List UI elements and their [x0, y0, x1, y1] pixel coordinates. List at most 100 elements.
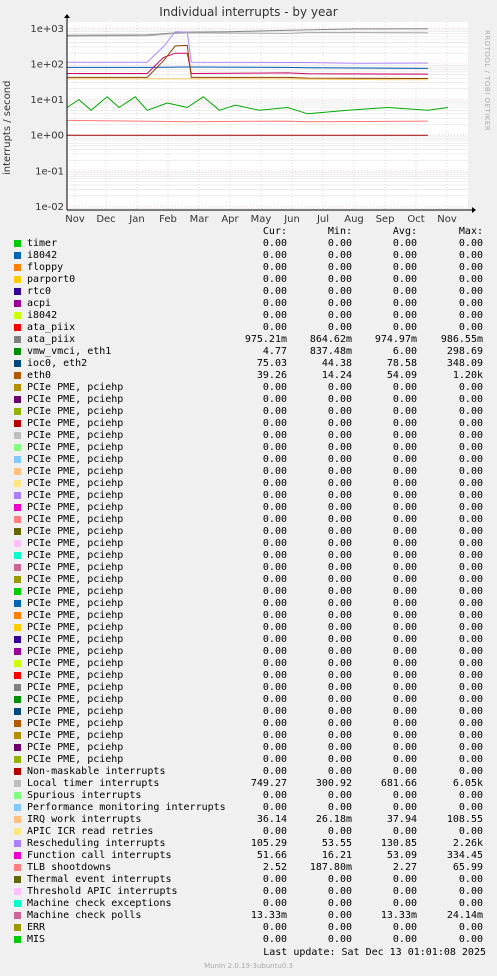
y-tick-label: 1e+03: [30, 24, 64, 35]
legend-swatch: [14, 792, 21, 799]
legend-value-min: 0.00: [327, 670, 352, 681]
legend-value-min: 0.00: [327, 250, 352, 261]
legend-value-min: 0.00: [327, 586, 352, 597]
legend-swatch: [14, 660, 21, 667]
legend-value-min: 0.00: [327, 910, 352, 921]
legend-row: PCIe PME, pciehp 0.00 0.00 0.00 0.00: [0, 598, 497, 610]
x-tick-label: Feb: [159, 214, 177, 225]
legend-row: PCIe PME, pciehp 0.00 0.00 0.00 0.00: [0, 694, 497, 706]
legend-value-min: 14.24: [321, 370, 352, 381]
legend-row: PCIe PME, pciehp 0.00 0.00 0.00 0.00: [0, 634, 497, 646]
legend-value-avg: 0.00: [392, 682, 417, 693]
legend-label: Non-maskable interrupts: [27, 766, 166, 777]
x-tick-label: Jun: [283, 214, 300, 225]
legend-value-cur: 0.00: [262, 598, 287, 609]
legend-value-avg: 0.00: [392, 298, 417, 309]
legend-label: MIS: [27, 934, 46, 945]
legend-value-max: 0.00: [458, 622, 483, 633]
legend-value-max: 0.00: [458, 562, 483, 573]
legend-swatch: [14, 396, 21, 403]
legend-swatch: [14, 684, 21, 691]
legend-swatch: [14, 420, 21, 427]
legend-swatch: [14, 852, 21, 859]
legend-value-max: 6.05k: [452, 778, 483, 789]
legend-value-max: 0.00: [458, 742, 483, 753]
legend-value-min: 0.00: [327, 598, 352, 609]
legend-value-cur: 36.14: [256, 814, 287, 825]
legend-value-avg: 0.00: [392, 598, 417, 609]
legend-value-avg: 0.00: [392, 238, 417, 249]
legend-value-avg: 0.00: [392, 934, 417, 945]
legend-value-avg: 0.00: [392, 718, 417, 729]
legend-label: rtc0: [27, 286, 52, 297]
legend-value-cur: 0.00: [262, 802, 287, 813]
legend-value-max: 0.00: [458, 874, 483, 885]
legend-value-cur: 0.00: [262, 922, 287, 933]
munin-version: Munin 2.0.19-3ubuntu0.3: [204, 962, 293, 970]
legend-value-avg: 0.00: [392, 742, 417, 753]
legend-label: Thermal event interrupts: [27, 874, 172, 885]
legend-row: PCIe PME, pciehp 0.00 0.00 0.00 0.00: [0, 562, 497, 574]
legend-value-min: 53.55: [321, 838, 352, 849]
legend-value-cur: 0.00: [262, 718, 287, 729]
legend-label: i8042: [27, 250, 58, 261]
legend-value-cur: 0.00: [262, 898, 287, 909]
legend-row: vmw_vmci, eth1 4.77 837.48m 6.00 298.69: [0, 346, 497, 358]
legend-swatch: [14, 492, 21, 499]
legend-label: PCIe PME, pciehp: [27, 742, 124, 753]
legend-value-max: 0.00: [458, 310, 483, 321]
legend-value-min: 0.00: [327, 406, 352, 417]
legend-value-avg: 6.00: [392, 346, 417, 357]
legend-row: PCIe PME, pciehp 0.00 0.00 0.00 0.00: [0, 406, 497, 418]
legend-value-min: 0.00: [327, 562, 352, 573]
legend-label: PCIe PME, pciehp: [27, 394, 124, 405]
legend-label: parport0: [27, 274, 76, 285]
legend-label: ioc0, eth2: [27, 358, 88, 369]
legend-row: PCIe PME, pciehp 0.00 0.00 0.00 0.00: [0, 514, 497, 526]
legend-value-avg: 0.00: [392, 646, 417, 657]
legend-value-min: 0.00: [327, 886, 352, 897]
legend-row: Function call interrupts 51.66 16.21 53.09 3…: [0, 850, 497, 862]
legend-swatch: [14, 456, 21, 463]
x-tick-label: Sep: [376, 214, 395, 225]
legend-value-max: 0.00: [458, 238, 483, 249]
legend-swatch: [14, 600, 21, 607]
legend-value-min: 0.00: [327, 538, 352, 549]
legend-row: PCIe PME, pciehp 0.00 0.00 0.00 0.00: [0, 754, 497, 766]
legend-row: PCIe PME, pciehp 0.00 0.00 0.00 0.00: [0, 382, 497, 394]
legend-label: timer: [27, 238, 58, 249]
legend-row: Performance monitoring interrupts 0.00 0.0…: [0, 802, 497, 814]
legend-value-avg: 13.33m: [380, 910, 417, 921]
legend-swatch: [14, 780, 21, 787]
legend-value-avg: 0.00: [392, 406, 417, 417]
legend-value-min: 0.00: [327, 874, 352, 885]
legend-swatch: [14, 936, 21, 943]
legend-row: Machine check exceptions 0.00 0.00 0.00 0.00: [0, 898, 497, 910]
legend-row: PCIe PME, pciehp 0.00 0.00 0.00 0.00: [0, 658, 497, 670]
legend-value-cur: 0.00: [262, 502, 287, 513]
legend-value-min: 0.00: [327, 826, 352, 837]
legend-label: PCIe PME, pciehp: [27, 574, 124, 585]
legend-value-min: 0.00: [327, 634, 352, 645]
legend-value-max: 0.00: [458, 706, 483, 717]
legend-value-max: 0.00: [458, 406, 483, 417]
legend-label: PCIe PME, pciehp: [27, 586, 124, 597]
legend-row: Rescheduling interrupts 105.29 53.55 130.85…: [0, 838, 497, 850]
legend-swatch: [14, 552, 21, 559]
legend-value-min: 0.00: [327, 730, 352, 741]
legend-swatch: [14, 540, 21, 547]
legend-label: Local timer interrupts: [27, 778, 160, 789]
legend-swatch: [14, 636, 21, 643]
legend-value-avg: 0.00: [392, 514, 417, 525]
legend-swatch: [14, 384, 21, 391]
legend-value-cur: 0.00: [262, 406, 287, 417]
legend-value-max: 0.00: [458, 430, 483, 441]
legend-row: Thermal event interrupts 0.00 0.00 0.00 0.00: [0, 874, 497, 886]
legend-row: PCIe PME, pciehp 0.00 0.00 0.00 0.00: [0, 526, 497, 538]
header-min: Min:: [327, 226, 352, 237]
legend-value-max: 0.00: [458, 922, 483, 933]
legend-value-min: 44.38: [321, 358, 352, 369]
legend-swatch: [14, 672, 21, 679]
legend-value-avg: 0.00: [392, 706, 417, 717]
legend-value-min: 0.00: [327, 466, 352, 477]
